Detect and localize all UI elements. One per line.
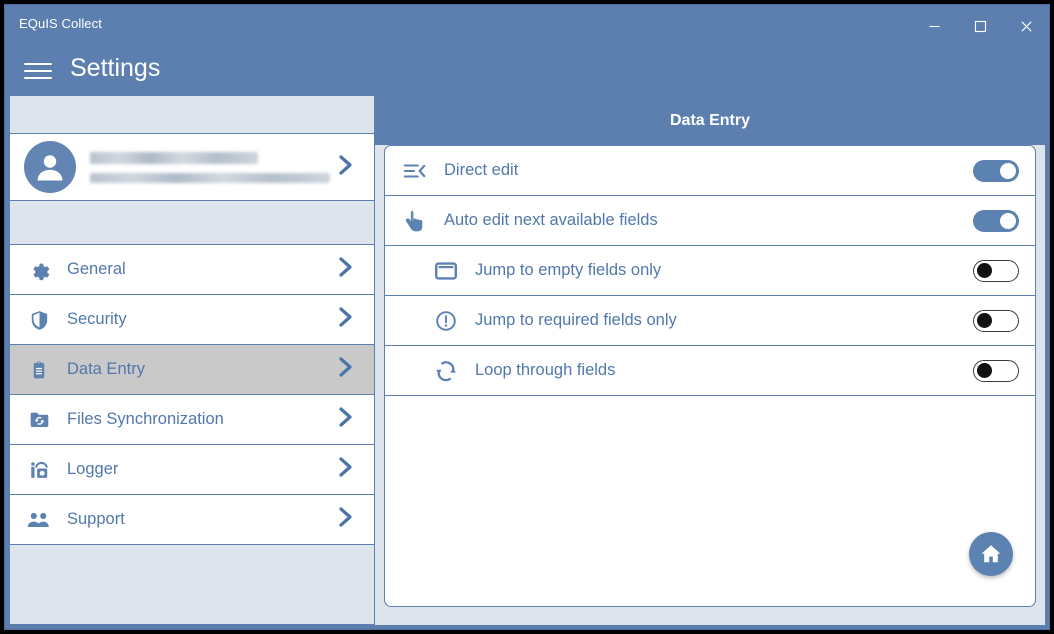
setting-row-auto-edit-next-available-fields[interactable]: Auto edit next available fields xyxy=(385,196,1035,246)
toggle-knob xyxy=(1000,162,1016,179)
sidebar-top-spacer xyxy=(10,96,374,133)
page-title: Settings xyxy=(70,54,161,82)
window-controls xyxy=(911,5,1049,47)
toggle-knob xyxy=(977,362,992,378)
setting-label: Loop through fields xyxy=(475,361,616,379)
list-collapse-icon xyxy=(400,161,430,181)
tap-hand-icon xyxy=(400,209,430,233)
people-icon xyxy=(24,510,54,530)
profile-email-redacted xyxy=(90,172,330,183)
sidebar-item-label: Data Entry xyxy=(67,360,145,378)
setting-label: Auto edit next available fields xyxy=(444,211,658,229)
app-header: Settings xyxy=(5,47,1049,96)
minimize-button[interactable] xyxy=(911,5,957,47)
sidebar-section-divider xyxy=(10,201,374,245)
profile-name-redacted xyxy=(90,151,258,164)
sidebar-item-files-synchronization[interactable]: Files Synchronization xyxy=(10,395,374,445)
sidebar-item-data-entry[interactable]: Data Entry xyxy=(10,345,374,395)
main-body: General Security Data Entry Files Synchr… xyxy=(5,96,1049,629)
sidebar-item-label: Logger xyxy=(67,460,119,478)
sidebar-item-label: Support xyxy=(67,510,125,528)
toggle-knob xyxy=(977,312,992,328)
home-icon xyxy=(981,545,1001,563)
sidebar-item-label: Files Synchronization xyxy=(67,410,224,428)
chevron-right-icon xyxy=(336,405,364,434)
content-title: Data Entry xyxy=(375,96,1045,145)
setting-label: Jump to required fields only xyxy=(475,311,677,329)
settings-card: Direct edit Auto edit next available fie… xyxy=(384,145,1036,607)
chevron-right-icon xyxy=(336,505,364,534)
profile-row[interactable] xyxy=(10,133,374,201)
toggle-direct-edit[interactable] xyxy=(973,159,1019,182)
maximize-button[interactable] xyxy=(957,5,1003,47)
hamburger-line xyxy=(24,77,52,79)
exclamation-circle-icon xyxy=(431,310,461,332)
chevron-right-icon xyxy=(336,455,364,484)
gear-icon xyxy=(24,259,54,281)
profile-text xyxy=(90,151,336,183)
logger-icon xyxy=(24,459,54,481)
toggle-auto-edit-next-available-fields[interactable] xyxy=(973,209,1019,232)
close-icon xyxy=(1020,20,1032,32)
empty-field-icon xyxy=(431,261,461,281)
app-title: EQuIS Collect xyxy=(19,16,102,31)
toggle-knob xyxy=(1000,212,1016,229)
shield-icon xyxy=(24,309,54,331)
chevron-right-icon xyxy=(336,305,364,334)
application-window: EQuIS Collect Settings General Security … xyxy=(4,4,1050,630)
sidebar-item-support[interactable]: Support xyxy=(10,495,374,545)
hamburger-icon[interactable] xyxy=(24,60,52,82)
toggle-jump-to-required-fields-only[interactable] xyxy=(973,309,1019,332)
folder-sync-icon xyxy=(24,409,54,431)
setting-label: Jump to empty fields only xyxy=(475,261,662,279)
sidebar-item-general[interactable]: General xyxy=(10,245,374,295)
user-avatar-icon xyxy=(24,141,76,193)
sidebar-item-security[interactable]: Security xyxy=(10,295,374,345)
setting-row-direct-edit[interactable]: Direct edit xyxy=(385,146,1035,196)
sidebar-item-label: General xyxy=(67,260,126,278)
hamburger-line xyxy=(24,70,52,72)
toggle-knob xyxy=(977,262,992,278)
setting-row-jump-to-empty-fields-only[interactable]: Jump to empty fields only xyxy=(385,246,1035,296)
setting-label: Direct edit xyxy=(444,161,519,179)
toggle-loop-through-fields[interactable] xyxy=(973,359,1019,382)
sidebar-item-label: Security xyxy=(67,310,127,328)
title-bar: EQuIS Collect xyxy=(5,5,1049,47)
toggle-jump-to-empty-fields-only[interactable] xyxy=(973,259,1019,282)
setting-row-loop-through-fields[interactable]: Loop through fields xyxy=(385,346,1035,396)
clipboard-icon xyxy=(24,359,54,381)
chevron-right-icon xyxy=(336,153,366,182)
settings-sidebar: General Security Data Entry Files Synchr… xyxy=(9,96,375,625)
maximize-icon xyxy=(974,20,986,32)
chevron-right-icon xyxy=(336,255,364,284)
home-button[interactable] xyxy=(969,532,1013,576)
setting-row-jump-to-required-fields-only[interactable]: Jump to required fields only xyxy=(385,296,1035,346)
close-button[interactable] xyxy=(1003,5,1049,47)
loop-refresh-icon xyxy=(431,360,461,382)
hamburger-line xyxy=(24,63,52,65)
content-panel: Data Entry Direct edit Auto edit next av… xyxy=(375,96,1045,625)
chevron-right-icon xyxy=(336,355,364,384)
sidebar-item-logger[interactable]: Logger xyxy=(10,445,374,495)
minimize-icon xyxy=(929,25,939,27)
